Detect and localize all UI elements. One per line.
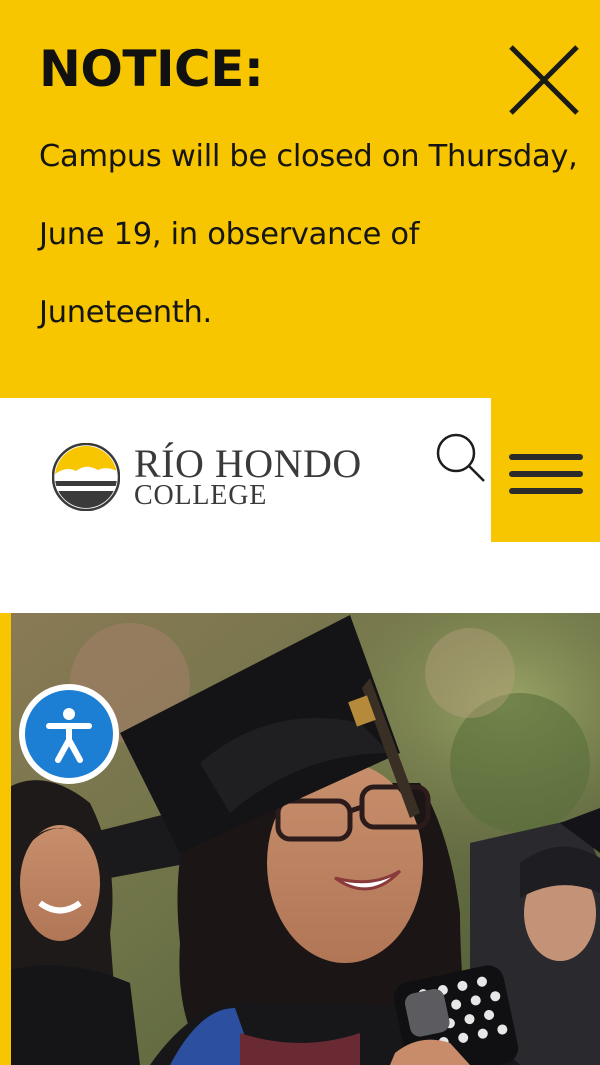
accessibility-button[interactable] xyxy=(19,684,119,784)
close-icon xyxy=(509,45,579,115)
hero-accent-bar xyxy=(0,613,11,1065)
close-notice-button[interactable] xyxy=(505,41,583,119)
notice-title: NOTICE: xyxy=(39,40,264,98)
main-menu-button[interactable] xyxy=(491,398,600,542)
college-logo[interactable]: RÍO HONDO COLLEGE xyxy=(52,443,392,511)
graduation-photo xyxy=(0,613,600,1065)
hero-image xyxy=(0,613,600,1065)
logo-subname: COLLEGE xyxy=(134,480,268,511)
logo-mark-icon xyxy=(52,443,120,511)
accessibility-icon xyxy=(46,708,92,763)
search-button[interactable] xyxy=(432,430,488,486)
notice-banner: NOTICE: Campus will be closed on Thursda… xyxy=(0,0,600,398)
notice-message: Campus will be closed on Thursday, June … xyxy=(39,139,578,330)
logo-name: RÍO HONDO xyxy=(134,441,362,486)
search-icon xyxy=(436,433,485,482)
